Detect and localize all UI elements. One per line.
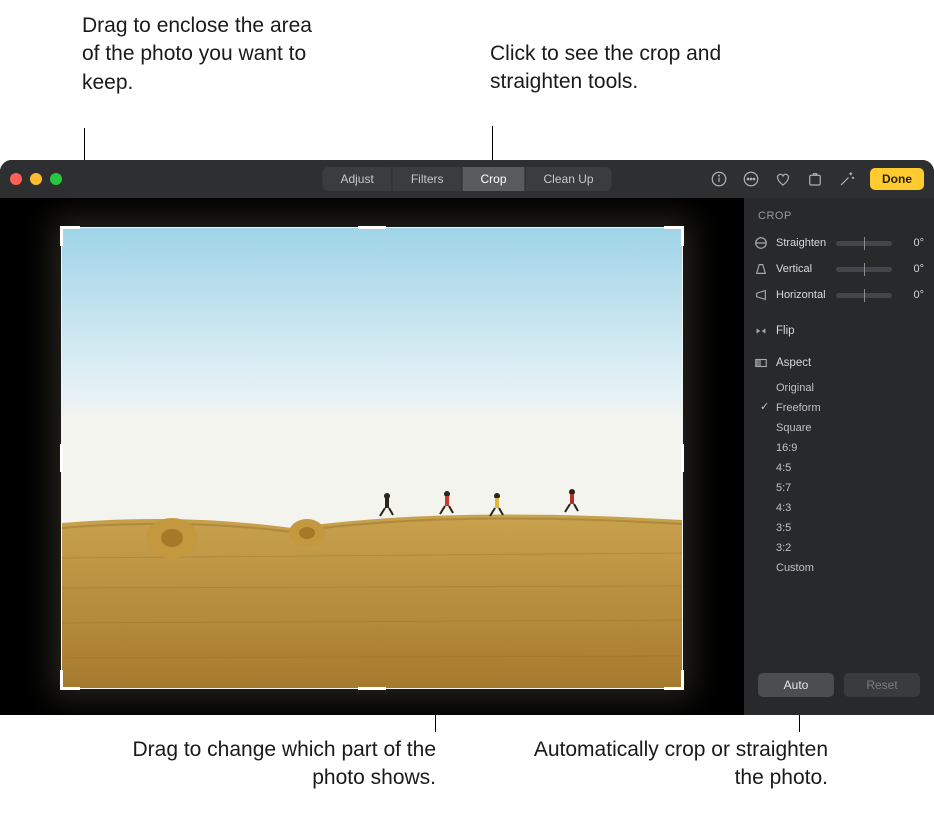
horizontal-label: Horizontal — [776, 289, 828, 301]
reset-button[interactable]: Reset — [844, 673, 920, 697]
favorite-heart-icon[interactable] — [774, 170, 792, 188]
done-button[interactable]: Done — [870, 168, 924, 190]
callout-crop-area: Drag to enclose the area of the photo yo… — [82, 12, 312, 97]
straighten-label: Straighten — [776, 237, 828, 249]
vertical-row[interactable]: Vertical 0° — [754, 258, 924, 280]
crop-sidebar: CROP Straighten 0° Vertical 0° Horizonta… — [744, 198, 934, 715]
vertical-label: Vertical — [776, 263, 828, 275]
callout-text: Automatically crop or straighten the pho… — [534, 738, 828, 789]
aspect-4-3[interactable]: 4:3 — [760, 498, 924, 518]
aspect-original[interactable]: Original — [760, 378, 924, 398]
extension-icon[interactable] — [806, 170, 824, 188]
aspect-5-7[interactable]: 5:7 — [760, 478, 924, 498]
photo-canvas — [0, 198, 744, 715]
tab-adjust[interactable]: Adjust — [322, 167, 391, 191]
crop-handle-bottom[interactable] — [358, 687, 386, 690]
window-controls — [10, 173, 62, 185]
info-icon[interactable] — [710, 170, 728, 188]
straighten-value: 0° — [900, 237, 924, 249]
aspect-4-5[interactable]: 4:5 — [760, 458, 924, 478]
tab-cleanup[interactable]: Clean Up — [526, 167, 612, 191]
edit-mode-tabs: Adjust Filters Crop Clean Up — [322, 167, 611, 191]
auto-button[interactable]: Auto — [758, 673, 834, 697]
aspect-icon — [754, 356, 768, 370]
aspect-16-9[interactable]: 16:9 — [760, 438, 924, 458]
callout-text: Drag to change which part of the photo s… — [132, 738, 436, 789]
straighten-row[interactable]: Straighten 0° — [754, 232, 924, 254]
crop-frame[interactable] — [62, 228, 682, 688]
window-body: CROP Straighten 0° Vertical 0° Horizonta… — [0, 198, 934, 715]
aspect-freeform[interactable]: Freeform — [760, 398, 924, 418]
photos-edit-window: Adjust Filters Crop Clean Up Done — [0, 160, 934, 715]
callout-text: Drag to enclose the area of the photo yo… — [82, 14, 312, 94]
callout-auto: Automatically crop or straighten the pho… — [528, 736, 828, 793]
titlebar: Adjust Filters Crop Clean Up Done — [0, 160, 934, 198]
straighten-slider[interactable] — [836, 241, 892, 246]
aspect-list: Original Freeform Square 16:9 4:5 5:7 4:… — [754, 378, 924, 578]
flip-section[interactable]: Flip — [754, 320, 924, 342]
crop-handle-top[interactable] — [358, 226, 386, 229]
aspect-3-5[interactable]: 3:5 — [760, 518, 924, 538]
flip-icon — [754, 324, 768, 338]
magic-wand-icon[interactable] — [838, 170, 856, 188]
aspect-square[interactable]: Square — [760, 418, 924, 438]
vertical-slider[interactable] — [836, 267, 892, 272]
vertical-perspective-icon — [754, 262, 768, 276]
close-window-button[interactable] — [10, 173, 22, 185]
more-icon[interactable] — [742, 170, 760, 188]
sidebar-title: CROP — [754, 206, 924, 232]
sidebar-footer: Auto Reset — [754, 663, 924, 707]
horizontal-row[interactable]: Horizontal 0° — [754, 284, 924, 306]
aspect-3-2[interactable]: 3:2 — [760, 538, 924, 558]
callout-crop-tab: Click to see the crop and straighten too… — [490, 40, 730, 97]
aspect-section[interactable]: Aspect — [754, 352, 924, 374]
photo-image[interactable] — [62, 228, 682, 688]
horizontal-value: 0° — [900, 289, 924, 301]
right-toolbar: Done — [710, 168, 924, 190]
callout-text: Click to see the crop and straighten too… — [490, 42, 721, 93]
straighten-icon — [754, 236, 768, 250]
flip-label: Flip — [776, 325, 795, 337]
callout-drag-photo: Drag to change which part of the photo s… — [116, 736, 436, 793]
minimize-window-button[interactable] — [30, 173, 42, 185]
aspect-label: Aspect — [776, 357, 811, 369]
maximize-window-button[interactable] — [50, 173, 62, 185]
horizontal-perspective-icon — [754, 288, 768, 302]
aspect-custom[interactable]: Custom — [760, 558, 924, 578]
crop-handle-left[interactable] — [60, 444, 63, 472]
tab-filters[interactable]: Filters — [393, 167, 462, 191]
horizontal-slider[interactable] — [836, 293, 892, 298]
crop-handle-right[interactable] — [681, 444, 684, 472]
tab-crop[interactable]: Crop — [462, 167, 524, 191]
vertical-value: 0° — [900, 263, 924, 275]
